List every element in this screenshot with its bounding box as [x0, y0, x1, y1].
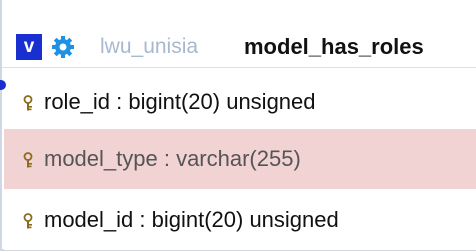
gear-icon[interactable] [50, 34, 76, 60]
key-icon [22, 95, 34, 111]
designer-table-box[interactable]: v lwu_unisia model_has_roles role_id: b… [0, 0, 476, 251]
table-header[interactable]: v lwu_unisia model_has_roles [2, 0, 476, 68]
column-row[interactable]: model_id : bigint(20) unsigned [4, 190, 476, 250]
column-row[interactable]: role_id : bigint(20) unsigned [4, 72, 476, 132]
key-icon [22, 152, 34, 168]
column-row[interactable]: model_type : varchar(255) [4, 129, 476, 189]
column-label: role_id : bigint(20) unsigned [44, 89, 316, 114]
column-label: model_type : varchar(255) [44, 146, 301, 171]
database-name: lwu_unisia [100, 35, 199, 58]
column-label: model_id : bigint(20) unsigned [44, 207, 339, 232]
collapse-toggle-button[interactable]: v [16, 34, 42, 60]
key-icon [22, 213, 34, 229]
table-name[interactable]: model_has_roles [244, 34, 424, 60]
